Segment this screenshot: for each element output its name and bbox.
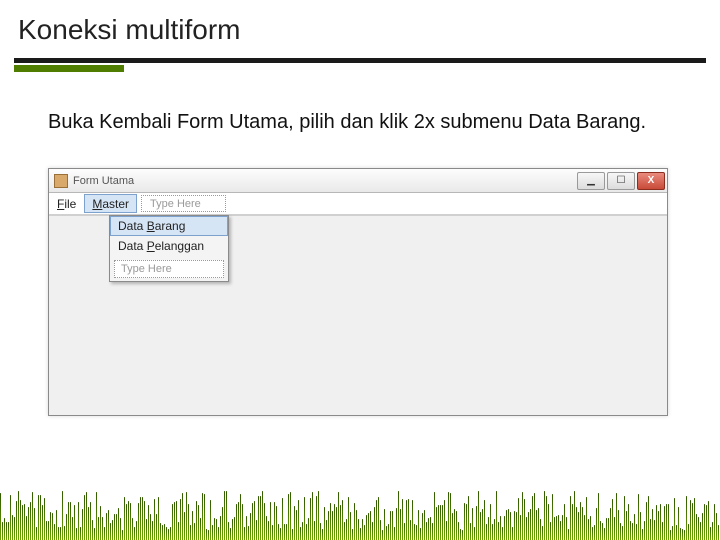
dropdown-type-here[interactable]: Type Here [114, 260, 224, 278]
form-window: Form Utama ▁ ☐ X File Master Type Here D… [48, 168, 668, 416]
menu-master[interactable]: Master [84, 194, 137, 213]
menu-file[interactable]: File [49, 193, 84, 214]
slide: Koneksi multiform Buka Kembali Form Utam… [0, 0, 720, 540]
dropdown-item-data-barang[interactable]: Data Barang [110, 216, 228, 236]
minimize-button[interactable]: ▁ [577, 172, 605, 190]
grass-decoration [0, 484, 720, 540]
window-title: Form Utama [73, 175, 575, 187]
master-dropdown: Data Barang Data Pelanggan Type Here [109, 215, 229, 282]
slide-title: Koneksi multiform [18, 14, 241, 46]
menu-type-here[interactable]: Type Here [141, 195, 226, 212]
instruction-text: Buka Kembali Form Utama, pilih dan klik … [48, 110, 668, 135]
close-button[interactable]: X [637, 172, 665, 190]
app-icon [54, 174, 68, 188]
dropdown-item-data-pelanggan[interactable]: Data Pelanggan [110, 236, 228, 257]
maximize-button[interactable]: ☐ [607, 172, 635, 190]
titlebar[interactable]: Form Utama ▁ ☐ X [49, 169, 667, 193]
title-underline [14, 58, 706, 72]
menubar: File Master Type Here [49, 193, 667, 215]
